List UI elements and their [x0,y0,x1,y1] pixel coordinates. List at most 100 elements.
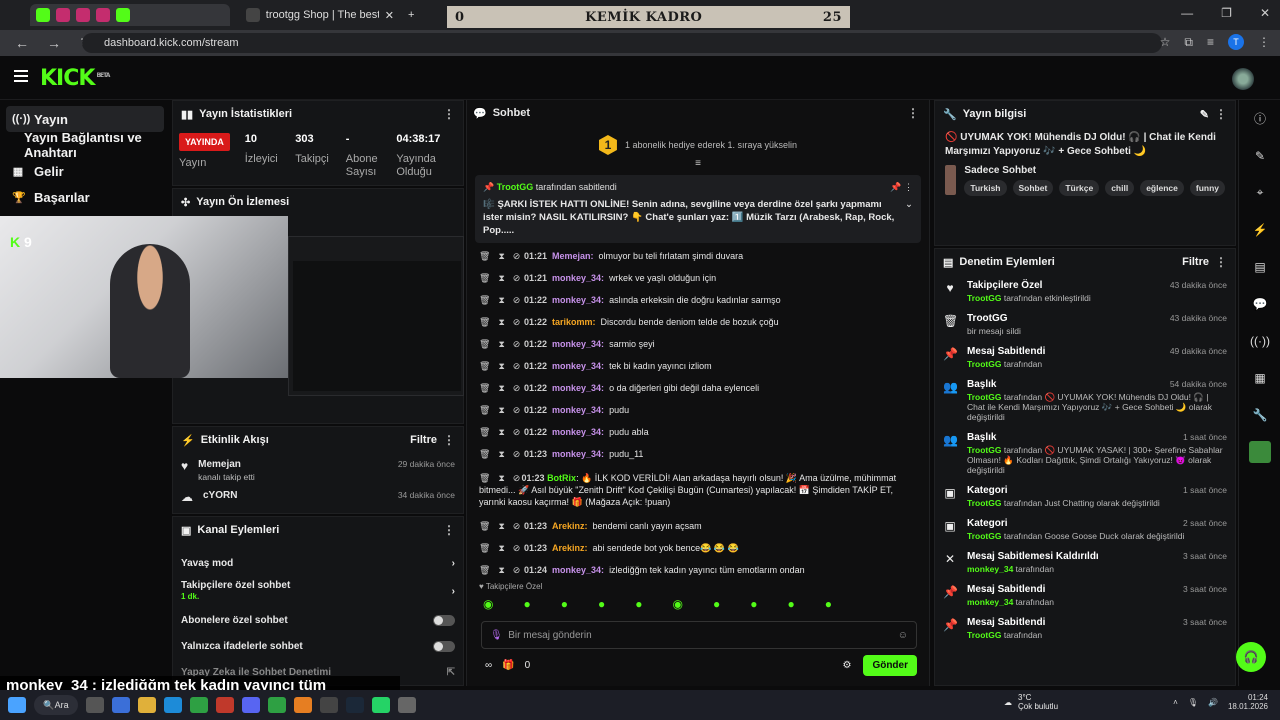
kebab-icon[interactable]: ⋮ [907,106,919,120]
chat-icon[interactable]: 💬 [1239,285,1280,322]
url-field[interactable]: dashboard.kick.com/stream [82,33,1162,53]
delete-icon[interactable]: 🗑 [479,426,490,438]
extensions-icon[interactable]: ⧉ [1184,35,1193,50]
stream-preview-video[interactable] [288,236,464,396]
info-icon[interactable]: ⓘ [1239,100,1280,137]
pin-toggle-icon[interactable]: 📌 [890,182,901,192]
new-tab-button[interactable]: + [402,4,420,26]
delete-icon[interactable]: 🗑 [479,250,490,262]
chrome-icon[interactable] [268,697,286,713]
delete-icon[interactable]: 🗑 [479,316,490,328]
layout-icon[interactable]: ▦ [1239,359,1280,396]
mod-user[interactable]: monkey_34 [967,564,1016,574]
chevron-up-icon[interactable]: ˄ [1173,698,1178,707]
close-tab-icon[interactable]: ✕ [385,9,394,22]
chrome-icon[interactable] [190,697,208,713]
forward-icon[interactable]: → [44,35,64,51]
gift-icon[interactable]: 🎁 [502,660,514,671]
task-view-icon[interactable] [86,697,104,713]
emote-icon[interactable]: ◉ [672,597,682,611]
profile-avatar[interactable]: T [1228,34,1244,50]
broadcast-icon[interactable]: ((·)) [1239,322,1280,359]
ban-icon[interactable]: ⊘ [513,250,521,262]
app-icon[interactable] [398,697,416,713]
emote-icon[interactable]: ● [787,597,794,611]
mod-user[interactable]: TrootGG [967,498,1004,508]
media-icon[interactable]: ≡ [1207,35,1214,49]
tag-chip[interactable]: eğlence [1140,180,1184,196]
delete-icon[interactable]: 🗑 [479,564,490,576]
focus-icon[interactable]: ⌖ [1239,174,1280,211]
timeout-icon[interactable]: ⧗ [498,294,504,306]
mod-user[interactable]: TrootGG [967,445,1004,455]
ban-icon[interactable]: ⊘ [513,542,521,554]
chat-message-input[interactable]: 🎙 Bir mesaj gönderin ☺ [481,621,917,649]
slow-mode-row[interactable]: Yavaş mod › [181,551,455,575]
timeout-icon[interactable]: ⧗ [498,382,504,394]
msg-user[interactable]: monkey_34: [552,404,604,416]
msg-user[interactable]: Arekinz: [552,542,588,554]
taskbar-search[interactable]: 🔍 Ara [34,695,78,715]
browser-icon[interactable] [294,697,312,713]
bookmark-star-icon[interactable]: ☆ [1160,35,1171,49]
user-avatar[interactable] [1232,68,1254,90]
ban-icon[interactable]: ⊘ [513,272,521,284]
msg-user[interactable]: monkey_34: [552,360,604,372]
emote-icon[interactable]: ● [635,597,642,611]
nav-item-stream[interactable]: ((·)) Yayın [6,106,164,132]
delete-icon[interactable]: 🗑 [479,520,490,532]
ban-icon[interactable]: ⊘ [513,564,521,576]
mic-icon[interactable]: 🎙 [490,630,503,641]
emote-only-toggle[interactable] [433,640,455,652]
ban-icon[interactable]: ⊘ [513,338,521,350]
ban-icon[interactable]: ⊘ [513,316,521,328]
delete-icon[interactable]: 🗑 [479,360,490,372]
mod-user[interactable]: TrootGG [967,531,1004,541]
timeout-icon[interactable]: ⧗ [498,360,504,372]
ban-icon[interactable]: ⊘ [513,520,521,532]
ban-icon[interactable]: ⊘ [513,448,521,460]
msg-user[interactable]: monkey_34: [552,272,604,284]
emote-icon[interactable]: ◉ [483,597,493,611]
msg-user[interactable]: tarikomm: [552,316,596,328]
timeout-icon[interactable]: ⧗ [498,316,504,328]
kebab-icon[interactable]: ⋮ [904,182,913,192]
emoji-icon[interactable]: ☺ [898,630,908,641]
kebab-icon[interactable]: ⋮ [443,107,455,121]
msg-user[interactable]: Memejan: [552,250,594,262]
timeout-icon[interactable]: ⧗ [498,338,504,350]
timeout-icon[interactable]: ⧗ [498,520,504,532]
obs-icon[interactable] [320,697,338,713]
points-icon[interactable]: ∞ [485,660,492,671]
sub-only-toggle[interactable] [433,614,455,626]
timeout-icon[interactable]: ⧗ [498,542,504,554]
timeout-icon[interactable]: ⧗ [498,426,504,438]
kebab-icon[interactable]: ⋮ [443,523,455,537]
emote-icon[interactable]: ● [750,597,757,611]
app-l-icon[interactable] [216,697,234,713]
nav-item-stream-key[interactable]: Yayın Bağlantısı ve Anahtarı [0,130,172,160]
nav-item-achievements[interactable]: 🏆 Başarılar [0,184,172,210]
discord-icon[interactable] [242,697,260,713]
browser-tab-shop[interactable]: trootgg Shop | The best ChatB… ✕ [240,4,400,26]
browser-tab-kick[interactable] [30,4,230,26]
file-explorer-icon[interactable] [138,697,156,713]
delete-icon[interactable]: 🗑 [479,448,490,460]
steam-icon[interactable] [346,697,364,713]
timeout-icon[interactable]: ⧗ [498,250,504,262]
back-icon[interactable]: ← [12,35,32,51]
delete-icon[interactable]: 🗑 [479,404,490,416]
nav-item-revenue[interactable]: ▦ Gelir [0,158,172,184]
ban-icon[interactable]: ⊘ [513,404,521,416]
tag-chip[interactable]: funny [1189,180,1225,196]
app-icon[interactable] [1239,433,1280,470]
kebab-icon[interactable]: ⋮ [443,433,455,447]
emote-icon[interactable]: ● [598,597,605,611]
msg-user[interactable]: monkey_34: [552,448,604,460]
filter-button[interactable]: Filtre [1182,256,1209,268]
emote-icon[interactable]: ● [561,597,568,611]
msg-user[interactable]: Arekinz: [552,520,588,532]
msg-user[interactable]: monkey_34: [552,426,604,438]
close-icon[interactable]: ✕ [1260,6,1270,20]
emote-icon[interactable]: ● [825,597,832,611]
